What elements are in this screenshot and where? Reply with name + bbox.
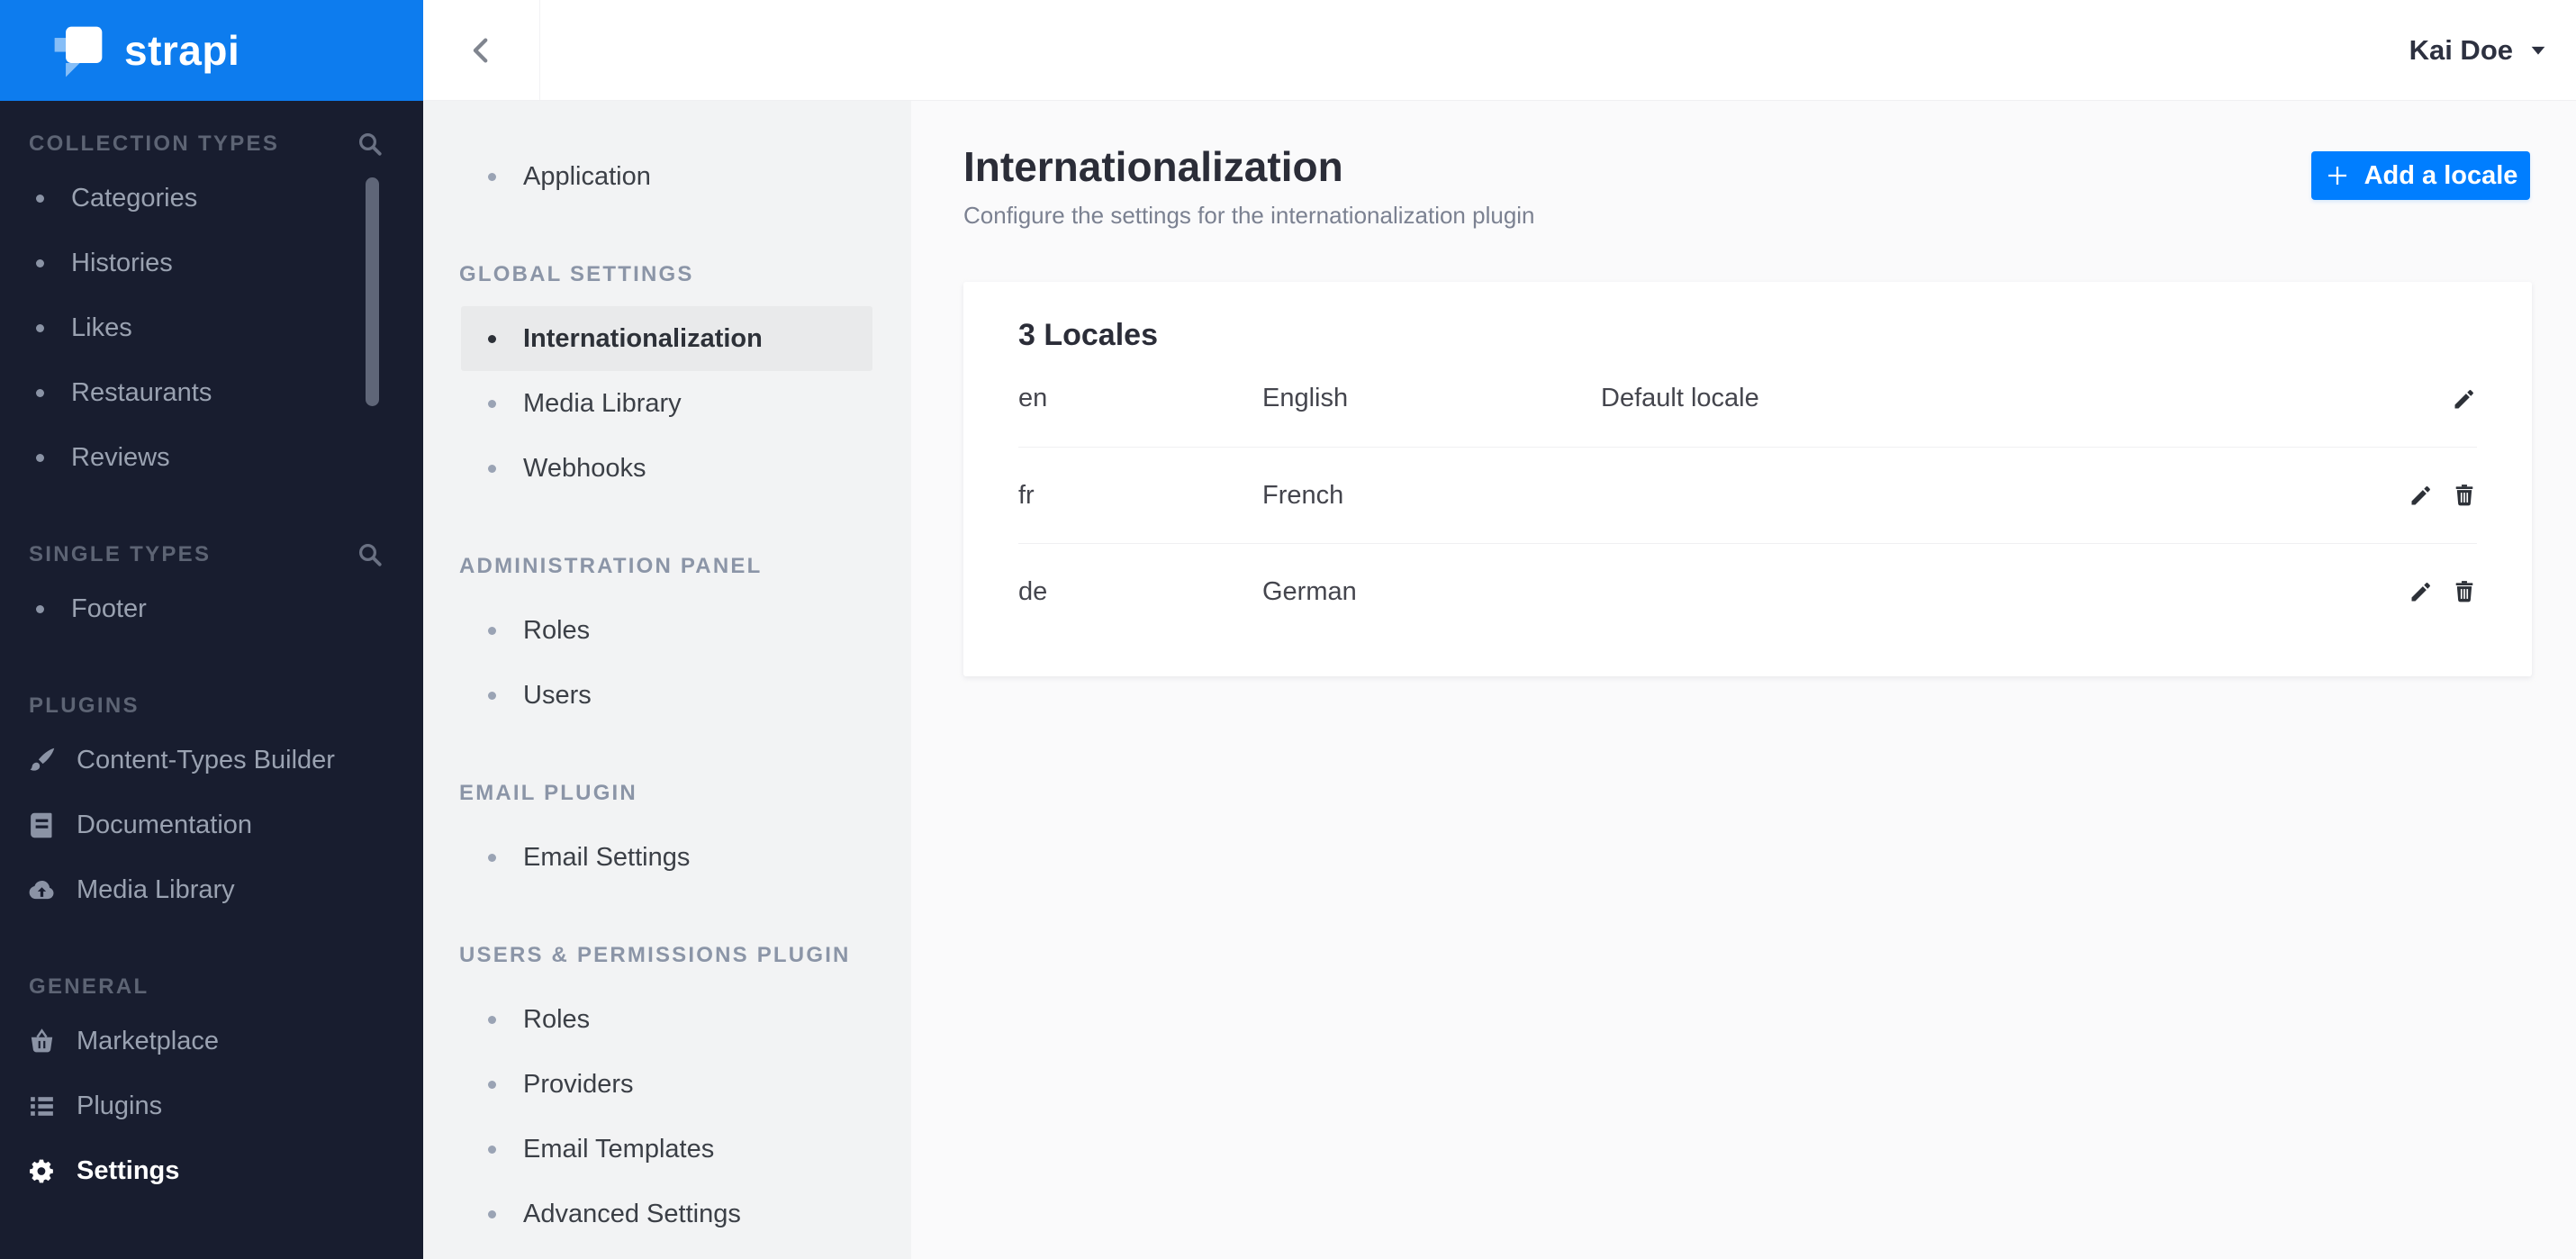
settings-group-administration-panel: ADMINISTRATION PANEL — [459, 554, 763, 578]
locale-default-badge: Default locale — [1601, 384, 1759, 412]
edit-locale-button[interactable] — [2409, 579, 2434, 604]
plus-icon — [2324, 162, 2351, 189]
locale-row-en: en English Default locale — [1018, 350, 2477, 447]
settings-item-admin-roles[interactable]: Roles — [423, 598, 911, 663]
main-content: Internationalization Configure the setti… — [911, 101, 2576, 1259]
bullet-icon — [36, 258, 44, 267]
settings-sidebar: Application GLOBAL SETTINGS Internationa… — [423, 101, 911, 1259]
book-icon — [27, 811, 57, 840]
row-actions — [2409, 483, 2477, 508]
settings-item-internationalization[interactable]: Internationalization — [461, 306, 872, 371]
basket-icon — [27, 1027, 57, 1056]
locale-code: en — [1018, 384, 1048, 412]
locales-table: en English Default locale fr French de G… — [1018, 350, 2477, 639]
settings-group-users-permissions-plugin: USERS & PERMISSIONS PLUGIN — [459, 943, 851, 967]
page-title: Internationalization — [963, 143, 1343, 190]
bullet-icon — [488, 1015, 496, 1024]
strapi-logo-icon — [50, 23, 106, 78]
search-icon[interactable] — [357, 541, 384, 568]
bullet-icon — [488, 1145, 496, 1154]
bullet-icon — [36, 453, 44, 462]
settings-item-webhooks[interactable]: Webhooks — [423, 436, 911, 501]
bullet-icon — [488, 626, 496, 635]
search-icon[interactable] — [357, 131, 384, 158]
sidebar-item-likes[interactable]: Likes — [0, 295, 423, 360]
sidebar-scrollbar[interactable] — [366, 177, 379, 406]
sidebar-item-plugins[interactable]: Plugins — [0, 1073, 423, 1138]
bullet-icon — [488, 464, 496, 473]
back-button[interactable] — [423, 0, 540, 100]
locale-row-fr: fr French — [1018, 447, 2477, 543]
section-header-plugins: PLUGINS — [29, 693, 140, 718]
locale-name: English — [1262, 384, 1349, 412]
locale-row-de: de German — [1018, 543, 2477, 639]
trash-icon — [2455, 485, 2473, 506]
settings-item-media-library[interactable]: Media Library — [423, 371, 911, 436]
sidebar-item-documentation[interactable]: Documentation — [0, 793, 423, 857]
strapi-logo[interactable]: strapi — [0, 0, 423, 101]
sidebar-item-restaurants[interactable]: Restaurants — [0, 360, 423, 425]
settings-item-application[interactable]: Application — [423, 144, 911, 209]
delete-locale-button[interactable] — [2452, 483, 2477, 508]
sidebar-item-footer[interactable]: Footer — [0, 576, 423, 641]
paintbrush-icon — [27, 746, 57, 775]
bullet-icon — [488, 172, 496, 181]
sidebar-item-content-types-builder[interactable]: Content-Types Builder — [0, 728, 423, 793]
brand-name: strapi — [124, 27, 240, 74]
locale-code: de — [1018, 576, 1048, 606]
settings-item-providers[interactable]: Providers — [423, 1052, 911, 1117]
page-subtitle: Configure the settings for the internati… — [963, 202, 1535, 229]
locale-name: French — [1262, 480, 1344, 510]
section-header-single-types: SINGLE TYPES — [0, 533, 423, 576]
bullet-icon — [36, 323, 44, 332]
bullet-icon — [488, 853, 496, 862]
gear-icon — [27, 1156, 57, 1186]
locale-name: German — [1262, 576, 1357, 606]
locales-count-title: 3 Locales — [1018, 318, 1158, 352]
settings-item-email-templates[interactable]: Email Templates — [423, 1117, 911, 1182]
edit-locale-button[interactable] — [2409, 483, 2434, 508]
settings-item-email-settings[interactable]: Email Settings — [423, 825, 911, 890]
section-header-general: GENERAL — [29, 974, 149, 999]
trash-icon — [2455, 581, 2473, 602]
bullet-icon — [488, 334, 496, 343]
sidebar-item-settings[interactable]: Settings — [0, 1138, 423, 1203]
locale-code: fr — [1018, 480, 1035, 510]
pencil-icon — [2454, 389, 2473, 408]
chevron-left-icon — [466, 35, 497, 66]
bullet-icon — [488, 399, 496, 408]
topbar: Kai Doe — [423, 0, 2576, 101]
sidebar-item-reviews[interactable]: Reviews — [0, 425, 423, 490]
bullet-icon — [36, 194, 44, 203]
section-header-collection-types: COLLECTION TYPES — [0, 122, 423, 166]
delete-locale-button[interactable] — [2452, 579, 2477, 604]
cloud-upload-icon — [27, 875, 57, 905]
user-menu[interactable]: Kai Doe — [2409, 0, 2548, 100]
bullet-icon — [488, 1209, 496, 1218]
settings-item-admin-users[interactable]: Users — [423, 663, 911, 728]
bullet-icon — [488, 1080, 496, 1089]
add-locale-button[interactable]: Add a locale — [2311, 151, 2530, 200]
settings-item-advanced-settings[interactable]: Advanced Settings — [423, 1182, 911, 1246]
caret-down-icon — [2528, 41, 2548, 60]
user-name: Kai Doe — [2409, 33, 2513, 66]
settings-group-global-settings: GLOBAL SETTINGS — [459, 262, 694, 286]
sidebar-item-categories[interactable]: Categories — [0, 166, 423, 231]
pencil-icon — [2411, 486, 2430, 505]
list-icon — [27, 1091, 57, 1121]
locales-panel: 3 Locales en English Default locale fr F… — [963, 282, 2532, 676]
pencil-icon — [2411, 583, 2430, 602]
sidebar-item-marketplace[interactable]: Marketplace — [0, 1009, 423, 1073]
bullet-icon — [36, 388, 44, 397]
primary-sidebar: strapi COLLECTION TYPES Categories Histo… — [0, 0, 423, 1259]
settings-item-up-roles[interactable]: Roles — [423, 987, 911, 1052]
row-actions — [2409, 579, 2477, 604]
sidebar-item-media-library[interactable]: Media Library — [0, 857, 423, 922]
sidebar-item-histories[interactable]: Histories — [0, 231, 423, 295]
edit-locale-button[interactable] — [2452, 386, 2477, 412]
settings-group-email-plugin: EMAIL PLUGIN — [459, 781, 637, 805]
bullet-icon — [488, 691, 496, 700]
bullet-icon — [36, 604, 44, 613]
row-actions — [2452, 386, 2477, 412]
